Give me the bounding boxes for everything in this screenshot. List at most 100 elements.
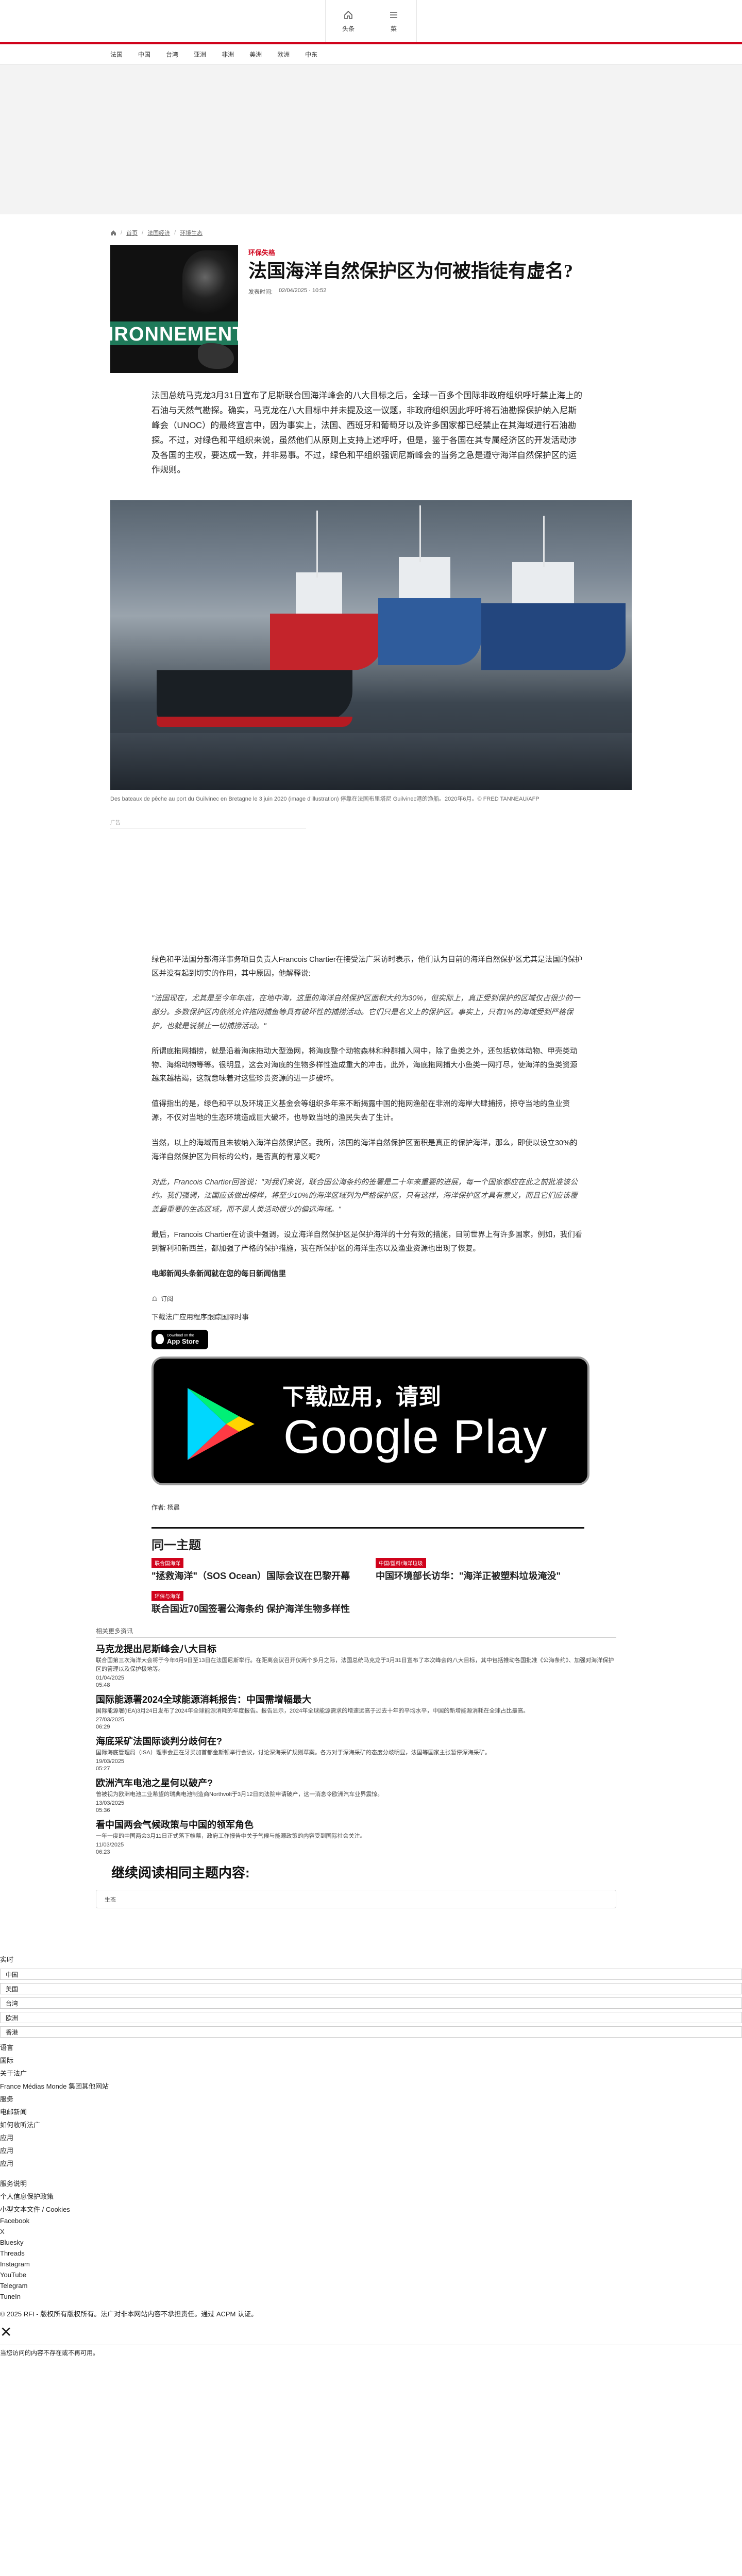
reading-item[interactable]: 马克龙提出尼斯峰会八大目标 联合国第三次海洋大会将于今年6月9日至13日在法国尼… bbox=[96, 1642, 616, 1688]
footer-section-china[interactable]: 中国 bbox=[0, 1969, 742, 1980]
article-paragraph: 最后，Francois Chartier在访谈中强调，设立海洋自然保护区是保护海… bbox=[151, 1230, 583, 1253]
download-app-text: 下载法广应用程序跟踪国际时事 bbox=[151, 1313, 249, 1321]
nav-item-china[interactable]: 中国 bbox=[138, 50, 150, 59]
footer-section-taiwan[interactable]: 台湾 bbox=[0, 1997, 742, 2009]
related-headline[interactable]: 联合国近70国签署公海条约 保护海洋生物多样性 bbox=[151, 1603, 360, 1615]
article-main-image bbox=[110, 500, 632, 790]
reading-time: 05:36 bbox=[96, 1807, 110, 1814]
article-header: IRONNEMENT 环保失格 法国海洋自然保护区为何被指徒有虚名? 发表时间:… bbox=[110, 245, 632, 373]
image-mast bbox=[419, 505, 421, 563]
threads-link[interactable]: Threads bbox=[0, 2248, 742, 2259]
footer-link[interactable]: France Médias Monde 集团其他网站 bbox=[0, 2079, 742, 2092]
more-reading: 相关更多资讯 马克龙提出尼斯峰会八大目标 联合国第三次海洋大会将于今年6月9日至… bbox=[96, 1626, 616, 1855]
footer-link[interactable]: 应用 bbox=[0, 2157, 742, 2170]
footer-legal[interactable]: 个人信息保护政策 bbox=[0, 2190, 742, 2202]
top-bar-actions: 头条 菜 bbox=[325, 0, 417, 42]
reading-time: 05:27 bbox=[96, 1766, 110, 1772]
facebook-link[interactable]: Facebook bbox=[0, 2215, 742, 2226]
footer-link[interactable]: 服务 bbox=[0, 2092, 742, 2105]
breadcrumb-separator: / bbox=[121, 230, 123, 236]
reading-date: 01/04/2025 bbox=[96, 1675, 125, 1682]
article-content: 法国总统马克龙3月31日宣布了尼斯联合国海洋峰会的八大目标之后，全球一百多个国际… bbox=[110, 388, 632, 1615]
reading-title[interactable]: 看中国两会气候政策与中国的领军角色 bbox=[96, 1818, 616, 1831]
reading-title[interactable]: 欧洲汽车电池之星何以破产? bbox=[96, 1776, 616, 1789]
footer-link[interactable]: 关于法广 bbox=[0, 2066, 742, 2079]
image-water bbox=[110, 733, 632, 790]
nav-item-france[interactable]: 法国 bbox=[110, 50, 123, 59]
article-paragraph: 所谓底拖网捕捞，就是沿着海床拖动大型渔网，将海底整个动物森林和种群捕入网中，除了… bbox=[151, 1047, 578, 1083]
reading-title[interactable]: 国际能源署2024全球能源消耗报告：中国需增幅最大 bbox=[96, 1692, 616, 1706]
related-item[interactable]: 联合国海洋 "拯救海洋"（SOS Ocean）国际会议在巴黎开幕 bbox=[151, 1558, 360, 1582]
footer-language[interactable]: 语言 bbox=[0, 2041, 742, 2054]
topic-section: 继续阅读相同主题内容: 生态 bbox=[96, 1862, 616, 1909]
related-headline[interactable]: 中国环境部长访华："海洋正被塑料垃圾淹没" bbox=[376, 1570, 584, 1582]
headlines-label: 头条 bbox=[342, 25, 355, 32]
reading-date: 13/03/2025 bbox=[96, 1800, 125, 1807]
nav-item-taiwan[interactable]: 台湾 bbox=[166, 50, 178, 59]
close-icon[interactable]: ✕ bbox=[0, 2325, 742, 2340]
bluesky-link[interactable]: Bluesky bbox=[0, 2237, 742, 2248]
nav-item-africa[interactable]: 非洲 bbox=[222, 50, 234, 59]
app-store-button[interactable]: Download on the App Store bbox=[151, 1330, 208, 1350]
footer-live[interactable]: 实时 bbox=[0, 1953, 742, 1965]
footer-link[interactable]: 国际 bbox=[0, 2054, 742, 2066]
headlines-button[interactable]: 头条 bbox=[326, 0, 371, 42]
instagram-link[interactable]: Instagram bbox=[0, 2259, 742, 2269]
thumbnail-word: IRONNEMENT bbox=[110, 324, 238, 345]
reading-item[interactable]: 国际能源署2024全球能源消耗报告：中国需增幅最大 国际能源署(IEA)3月24… bbox=[96, 1692, 616, 1730]
nav-item-middle-east[interactable]: 中东 bbox=[305, 50, 317, 59]
related-item[interactable]: 中国/塑料/海洋垃圾 中国环境部长访华："海洋正被塑料垃圾淹没" bbox=[376, 1558, 584, 1582]
nav-item-americas[interactable]: 美洲 bbox=[249, 50, 262, 59]
footer-link[interactable]: 应用 bbox=[0, 2131, 742, 2144]
article-headline-block: 环保失格 法国海洋自然保护区为何被指徒有虚名? 发表时间: 02/04/2025… bbox=[248, 245, 573, 373]
main-nav: 法国 中国 台湾 亚洲 非洲 美洲 欧洲 中东 bbox=[0, 44, 742, 65]
footer-legal[interactable]: 小型文本文件 / Cookies bbox=[0, 2202, 742, 2215]
related-headline[interactable]: "拯救海洋"（SOS Ocean）国际会议在巴黎开幕 bbox=[151, 1570, 360, 1582]
menu-button[interactable]: 菜 bbox=[371, 0, 416, 42]
footer-section-hk[interactable]: 香港 bbox=[0, 2026, 742, 2038]
ad-slot bbox=[110, 828, 306, 942]
footer-section-usa[interactable]: 美国 bbox=[0, 1983, 742, 1995]
related-badge: 环保与海洋 bbox=[151, 1590, 183, 1601]
google-play-line2: Google Play bbox=[283, 1411, 548, 1464]
google-play-banner[interactable]: 下载应用，请到 Google Play bbox=[151, 1357, 589, 1486]
nav-item-asia[interactable]: 亚洲 bbox=[194, 50, 206, 59]
breadcrumb-home[interactable]: 首页 bbox=[126, 229, 138, 237]
reading-summary: 国际能源署(IEA)3月24日发布了2024年全球能源消耗的年度报告。报告显示，… bbox=[96, 1708, 529, 1715]
nav-item-europe[interactable]: 欧洲 bbox=[277, 50, 290, 59]
footer-link[interactable]: 如何收听法广 bbox=[0, 2118, 742, 2131]
home-icon[interactable] bbox=[110, 230, 116, 236]
subscribe-row[interactable]: 订阅 bbox=[151, 1294, 584, 1303]
breadcrumb-economy[interactable]: 法国经济 bbox=[147, 229, 170, 237]
author-label: 作者: bbox=[151, 1504, 166, 1512]
article-lead: 法国总统马克龙3月31日宣布了尼斯联合国海洋峰会的八大目标之后，全球一百多个国际… bbox=[151, 391, 583, 475]
youtube-link[interactable]: YouTube bbox=[0, 2269, 742, 2280]
reading-item[interactable]: 欧洲汽车电池之星何以破产? 曾被视为欧洲电池工业希望的瑞典电池制造商Northv… bbox=[96, 1776, 616, 1814]
reading-summary: 一年一度的中国两会3月11日正式落下帷幕，政府工作报告中关于气候与能源政策的内容… bbox=[96, 1833, 366, 1840]
reading-item[interactable]: 看中国两会气候政策与中国的领军角色 一年一度的中国两会3月11日正式落下帷幕，政… bbox=[96, 1818, 616, 1855]
tunein-link[interactable]: TuneIn bbox=[0, 2291, 742, 2302]
reading-title[interactable]: 马克龙提出尼斯峰会八大目标 bbox=[96, 1642, 616, 1655]
footer-legal[interactable]: 服务说明 bbox=[0, 2177, 742, 2190]
published-date: 02/04/2025 · 10:52 bbox=[279, 287, 327, 294]
reading-title[interactable]: 海底采矿法国际谈判分歧何在? bbox=[96, 1734, 616, 1748]
topic-chip[interactable]: 生态 bbox=[96, 1890, 616, 1909]
author-name[interactable]: 杨晨 bbox=[167, 1504, 180, 1511]
image-boat bbox=[270, 614, 383, 671]
footer-section-europe[interactable]: 欧洲 bbox=[0, 2012, 742, 2024]
article-kicker[interactable]: 环保失格 bbox=[248, 247, 573, 257]
footer: 实时 中国 美国 台湾 欧洲 香港 语言 国际 关于法广 France Médi… bbox=[0, 1953, 742, 2357]
telegram-link[interactable]: Telegram bbox=[0, 2280, 742, 2291]
footer-link[interactable]: 应用 bbox=[0, 2144, 742, 2157]
article-paragraph: 值得指出的是，绿色和平以及环境正义基金会等组织多年来不断揭露中国的拖网渔船在非洲… bbox=[151, 1100, 570, 1123]
footer-link[interactable]: 电邮新闻 bbox=[0, 2105, 742, 2118]
reading-summary: 国际海底管理局（ISA）理事会正在牙买加首都金斯顿举行会议，讨论深海采矿规则草案… bbox=[96, 1750, 491, 1756]
breadcrumb-separator: / bbox=[142, 230, 144, 236]
reading-item[interactable]: 海底采矿法国际谈判分歧何在? 国际海底管理局（ISA）理事会正在牙买加首都金斯顿… bbox=[96, 1734, 616, 1772]
top-bar: 头条 菜 bbox=[0, 0, 742, 44]
bell-icon bbox=[151, 1296, 158, 1301]
related-item[interactable]: 环保与海洋 联合国近70国签署公海条约 保护海洋生物多样性 bbox=[151, 1590, 360, 1615]
breadcrumb-environment[interactable]: 环境生态 bbox=[180, 229, 203, 237]
newsletter-promo[interactable]: 电邮新闻头条新闻就在您的每日新闻信里 bbox=[151, 1267, 584, 1281]
x-link[interactable]: X bbox=[0, 2226, 742, 2237]
